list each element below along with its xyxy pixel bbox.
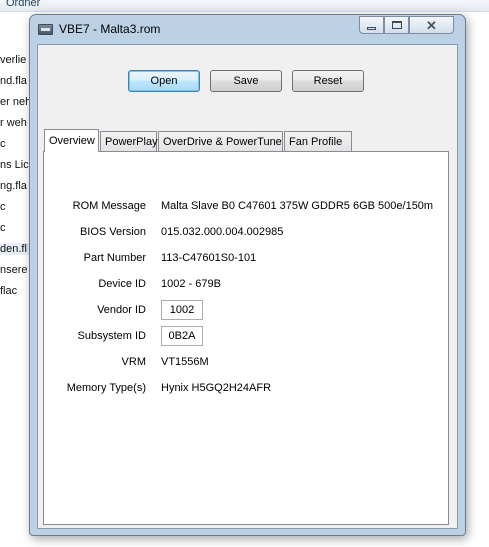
bios-version-label: BIOS Version bbox=[79, 226, 146, 238]
title-bar[interactable]: VBE7 - Malta3.rom ✕ bbox=[30, 15, 465, 45]
background-list-item[interactable]: c bbox=[0, 138, 6, 150]
memory-type-row: Memory Type(s) Hynix H5GQ2H24AFR bbox=[44, 379, 448, 399]
background-list-item[interactable]: den.fl bbox=[0, 243, 32, 255]
background-list-item[interactable]: c bbox=[0, 201, 6, 213]
rom-message-value: Malta Slave B0 C47601 375W GDDR5 6GB 500… bbox=[161, 200, 434, 212]
vendor-id-row: Vendor ID 1002 bbox=[44, 300, 448, 321]
app-icon bbox=[38, 24, 53, 35]
overview-panel: ROM Message Malta Slave B0 C47601 375W G… bbox=[43, 151, 449, 525]
subsystem-id-label: Subsystem ID bbox=[77, 330, 146, 342]
reset-button[interactable]: Reset bbox=[292, 70, 364, 92]
bios-version-value: 015.032.000.004.002985 bbox=[161, 226, 284, 238]
background-list-item[interactable]: flac bbox=[0, 285, 17, 297]
vendor-id-label: Vendor ID bbox=[97, 304, 146, 316]
tab-fan-profile[interactable]: Fan Profile bbox=[284, 131, 352, 151]
background-list-item[interactable]: er neh bbox=[0, 96, 31, 108]
background-list-item[interactable]: verlie bbox=[0, 54, 26, 66]
part-number-row: Part Number 113-C47601S0-101 bbox=[44, 249, 448, 269]
memory-type-value: Hynix H5GQ2H24AFR bbox=[161, 382, 272, 394]
device-id-row: Device ID 1002 - 679B bbox=[44, 275, 448, 295]
vrm-row: VRM VT1556M bbox=[44, 353, 448, 373]
vendor-id-field[interactable]: 1002 bbox=[161, 300, 203, 320]
minimize-icon bbox=[367, 26, 376, 30]
maximize-button[interactable] bbox=[384, 16, 409, 34]
background-list-item[interactable]: r weh bbox=[0, 117, 27, 129]
memory-type-label: Memory Type(s) bbox=[66, 382, 146, 394]
vrm-label: VRM bbox=[121, 356, 146, 368]
maximize-icon bbox=[391, 21, 402, 29]
minimize-button[interactable] bbox=[359, 16, 384, 34]
part-number-label: Part Number bbox=[83, 252, 146, 264]
device-id-value: 1002 - 679B bbox=[161, 278, 221, 290]
background-list-item[interactable]: ng.fla bbox=[0, 180, 27, 192]
part-number-value: 113-C47601S0-101 bbox=[161, 252, 257, 264]
tab-overdrive-powertune[interactable]: OverDrive & PowerTune bbox=[158, 131, 283, 151]
rom-message-label: ROM Message bbox=[72, 200, 146, 212]
open-button[interactable]: Open bbox=[128, 70, 200, 92]
background-list-item[interactable]: nd.fla bbox=[0, 75, 27, 87]
tab-powerplay[interactable]: PowerPlay bbox=[100, 131, 158, 151]
background-list-item[interactable]: nsere bbox=[0, 264, 28, 276]
save-button[interactable]: Save bbox=[210, 70, 282, 92]
tab-overview[interactable]: Overview bbox=[44, 129, 99, 152]
subsystem-id-row: Subsystem ID 0B2A bbox=[44, 326, 448, 347]
vrm-value: VT1556M bbox=[161, 356, 209, 368]
close-icon: ✕ bbox=[426, 17, 437, 33]
background-header: Ordner bbox=[0, 0, 489, 12]
device-id-label: Device ID bbox=[98, 278, 146, 290]
background-list-item[interactable]: c bbox=[0, 222, 6, 234]
rom-message-row: ROM Message Malta Slave B0 C47601 375W G… bbox=[44, 197, 448, 217]
background-header-label: Ordner bbox=[6, 0, 41, 9]
window-title: VBE7 - Malta3.rom bbox=[59, 22, 161, 36]
close-button[interactable]: ✕ bbox=[409, 16, 454, 34]
window-client-area: Open Save Reset Overview PowerPlay OverD… bbox=[37, 44, 458, 529]
bios-version-row: BIOS Version 015.032.000.004.002985 bbox=[44, 223, 448, 243]
subsystem-id-field[interactable]: 0B2A bbox=[161, 326, 203, 346]
vbe7-window: VBE7 - Malta3.rom ✕ Open Save Reset Over… bbox=[29, 14, 466, 536]
